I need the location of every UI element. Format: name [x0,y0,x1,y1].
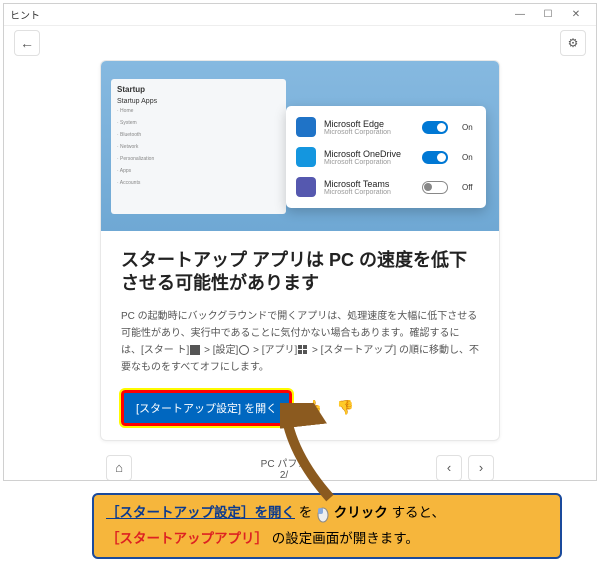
tip-description: PC の起動時にバックグラウンドで開くアプリは、処理速度を大幅に低下させる可能性… [121,308,479,376]
arrow-left-icon: ← [20,35,34,51]
home-icon: ⌂ [115,460,123,475]
app-toggle[interactable] [422,121,448,134]
titlebar: ヒント — ☐ ✕ [4,4,596,26]
pager-category: PC パフォ [261,455,308,470]
settings-button[interactable]: ⚙ [560,30,586,56]
prev-button[interactable]: ‹ [436,455,462,480]
callout-target-name: ［スタートアップアプリ］ [106,531,268,546]
thumbs-up-icon: 👍 [304,399,321,416]
tip-card: Startup Startup Apps · Home· System· Blu… [100,60,500,441]
pager-info: PC パフォ 2/ [261,455,308,480]
hero-settings-sub: Startup Apps [117,98,280,105]
window: ヒント — ☐ ✕ ← ⚙ Startup Startup Apps · Hom… [3,3,597,481]
hero-image: Startup Startup Apps · Home· System· Blu… [101,61,499,231]
app-toggle-label: On [462,123,476,132]
app-icon [296,117,316,137]
app-icon [296,147,316,167]
app-toggle-label: On [462,153,476,162]
app-name: Microsoft Teams [324,179,414,189]
hero-settings-title: Startup [117,85,280,94]
close-button[interactable]: ✕ [562,9,590,20]
toolbar: ← ⚙ [4,26,596,60]
maximize-button[interactable]: ☐ [534,9,562,20]
app-publisher: Microsoft Corporation [324,129,414,136]
windows-icon [190,345,200,355]
tip-body: スタートアップ アプリは PC の速度を低下させる可能性があります PC の起動… [101,231,499,440]
app-publisher: Microsoft Corporation [324,159,414,166]
app-toggle-label: Off [462,183,476,192]
home-button[interactable]: ⌂ [106,455,132,480]
chevron-right-icon: › [479,460,483,475]
callout-button-name: ［スタートアップ設定］を開く [106,505,295,520]
action-row: [スタートアップ設定] を開く 👍 👎 [121,390,479,426]
app-publisher: Microsoft Corporation [324,189,414,196]
pager-page: 2/ [261,470,308,480]
window-title: ヒント [10,7,506,22]
pager: ⌂ PC パフォ 2/ ‹ › [100,455,500,480]
mouse-icon [316,505,330,523]
minimize-button[interactable]: — [506,9,534,20]
open-startup-settings-button[interactable]: [スタートアップ設定] を開く [121,390,292,426]
hero-settings-window: Startup Startup Apps · Home· System· Blu… [111,79,286,214]
app-toggle[interactable] [422,181,448,194]
startup-app-row: Microsoft EdgeMicrosoft Corporation On [286,112,486,142]
next-button[interactable]: › [468,455,494,480]
startup-app-row: Microsoft OneDriveMicrosoft Corporation O… [286,142,486,172]
app-icon [296,177,316,197]
back-button[interactable]: ← [14,30,40,56]
gear-icon: ⚙ [568,36,579,50]
annotation-callout: ［スタートアップ設定］を開く を クリック すると、 ［スタートアップアプリ］ … [92,493,562,559]
chevron-left-icon: ‹ [447,460,451,475]
startup-app-row: Microsoft TeamsMicrosoft Corporation Off [286,172,486,202]
thumbs-down-icon: 👎 [336,399,353,416]
content: Startup Startup Apps · Home· System· Blu… [4,60,596,480]
app-toggle[interactable] [422,151,448,164]
thumbs-down-button[interactable]: 👎 [334,397,356,419]
app-name: Microsoft Edge [324,119,414,129]
hero-startup-popup: Microsoft EdgeMicrosoft CorporationOnMic… [286,106,486,208]
tip-title: スタートアップ アプリは PC の速度を低下させる可能性があります [121,249,479,296]
gear-icon [239,345,249,355]
thumbs-up-button[interactable]: 👍 [302,397,324,419]
app-name: Microsoft OneDrive [324,149,414,159]
apps-icon [298,345,308,355]
